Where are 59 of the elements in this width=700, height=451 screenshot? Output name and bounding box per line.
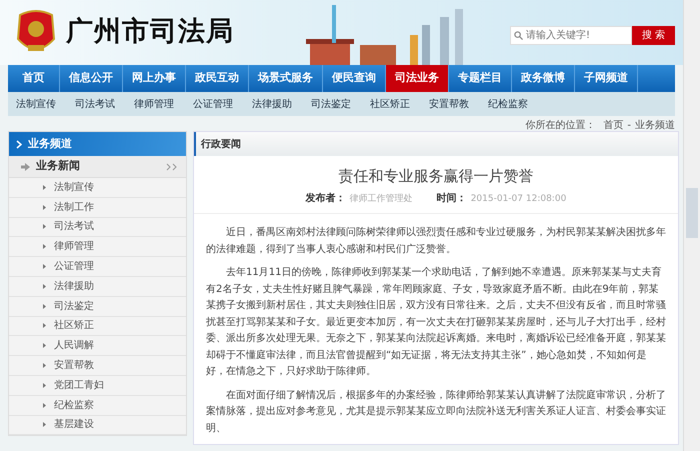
sidebar-item[interactable]: 党团工青妇: [9, 376, 186, 396]
bullet-icon: [43, 284, 46, 289]
scrollbar[interactable]: [683, 0, 700, 451]
bullet-icon: [43, 382, 46, 388]
sidebar-item[interactable]: 安置帮教: [9, 356, 186, 376]
subnav-link[interactable]: 司法鉴定: [311, 96, 370, 112]
subnav-link[interactable]: 公证管理: [193, 96, 252, 112]
article-paragraph: 近日，番禺区南郊村法律顾问陈树荣律师以强烈责任感和专业过硬服务，为村民郭某某解决困扰多年的法律难题，得到了当事人衷心感谢和村民们广泛赞誉。: [206, 226, 666, 256]
chevron-icon: [16, 140, 22, 148]
sidebar-item[interactable]: 法制宣传: [9, 178, 186, 198]
sidebar-item[interactable]: 社区矫正: [9, 316, 186, 336]
bullet-icon: [43, 402, 46, 408]
category-label: 业务新闻: [36, 158, 81, 174]
subnav-link[interactable]: 安置帮教: [429, 96, 488, 112]
subnav-link[interactable]: 法律援助: [252, 96, 311, 112]
bullet-icon: [43, 244, 46, 250]
nav-tab[interactable]: 司法业务: [386, 65, 449, 92]
site-title: 广州市司法局: [66, 15, 234, 50]
bullet-icon: [43, 304, 46, 309]
sidebar-item[interactable]: 人民调解: [9, 336, 186, 356]
sidebar-item[interactable]: 公证管理: [9, 257, 186, 277]
time-label: 时间：: [436, 192, 467, 204]
publisher-label: 发布者：: [306, 192, 346, 204]
sidebar-item[interactable]: 纪检监察: [9, 396, 186, 416]
bullet-icon: [43, 343, 46, 348]
subnav-link[interactable]: 法制宣传: [16, 96, 75, 112]
sidebar-item[interactable]: 律师管理: [9, 237, 186, 258]
bullet-icon: [43, 264, 46, 270]
scrollbar-thumb[interactable]: [686, 188, 698, 238]
publish-time: 2015-01-07 12:08:00: [470, 194, 566, 204]
bullet-icon: [43, 184, 46, 190]
article-paragraph: 在面对面仔细了解情况后，根据多年的办案经验，陈律师给郭某某认真讲解了法院庭审常识，分析了案情脉落，提出应对参考意见，尤其是提示郭某某应立即向法院补送无利害关系证人证言、村委会事实证明、: [206, 388, 666, 436]
sidebar-category[interactable]: 业务新闻: [9, 156, 186, 178]
subnav-link[interactable]: 社区矫正: [370, 96, 429, 112]
search-button[interactable]: 搜 索: [632, 26, 675, 45]
breadcrumb-link[interactable]: 业务频道: [635, 120, 675, 131]
publisher-name: 律师工作管理处: [350, 194, 413, 204]
sidebar-item[interactable]: 法律援助: [9, 276, 186, 297]
sidebar-title: 业务频道: [28, 136, 72, 152]
arrow-icon: [21, 162, 30, 170]
bullet-icon: [43, 204, 46, 210]
subnav-link[interactable]: 律师管理: [134, 96, 193, 112]
bullet-icon: [43, 363, 46, 368]
subnav-link[interactable]: 司法考试: [75, 96, 134, 112]
sidebar-item[interactable]: 司法鉴定: [9, 296, 186, 317]
article-title: 责任和专业服务赢得一片赞誉: [338, 166, 534, 187]
breadcrumb-separator: -: [627, 120, 631, 131]
sidebar-item[interactable]: 司法考试: [9, 218, 186, 238]
breadcrumb-link[interactable]: 首页: [603, 120, 624, 131]
sidebar-item[interactable]: 法制工作: [9, 198, 186, 218]
sidebar-item[interactable]: 基层建设: [9, 416, 186, 436]
bullet-icon: [43, 422, 46, 428]
bullet-icon: [43, 323, 46, 328]
section-heading: 行政要闻: [194, 132, 678, 156]
breadcrumb-label: 你所在的位置：: [525, 120, 596, 131]
subnav-link[interactable]: 纪检监察: [488, 96, 547, 112]
search-field[interactable]: 请输入关键字!: [510, 26, 632, 45]
article-paragraph: 去年11月11日的傍晚，陈律师收到郭某某一个求助电话，了解到她不幸遭遇。原来郭某某与丈夫育有2名子女，丈夫生性好赌且脾气暴躁，常年罔顾家庭、子女，导致家庭矛盾不断。由此在9年前，郭某某携子女搬到新村居住，其丈夫则独住旧居，双方没有日常往来。之后，丈夫不但没有反省，而且时常骚扰甚至打骂郭某某和子女。最近更变本加厉，有一次丈夫在打砸郭某某房屋时，还与儿子大打出手，经村委、派出所多次处理无果。无奈之下，郭某某向法院起诉离婚。来电时，离婚诉讼已经准备开庭，郭某某却碍于不懂庭审法律，而且法官曾提醒到“如无证据，将无法支持其主张”，她心急如焚，不知如何是好，在情急之下，只好求助于陈律师。: [206, 266, 666, 379]
bullet-icon: [43, 224, 46, 230]
